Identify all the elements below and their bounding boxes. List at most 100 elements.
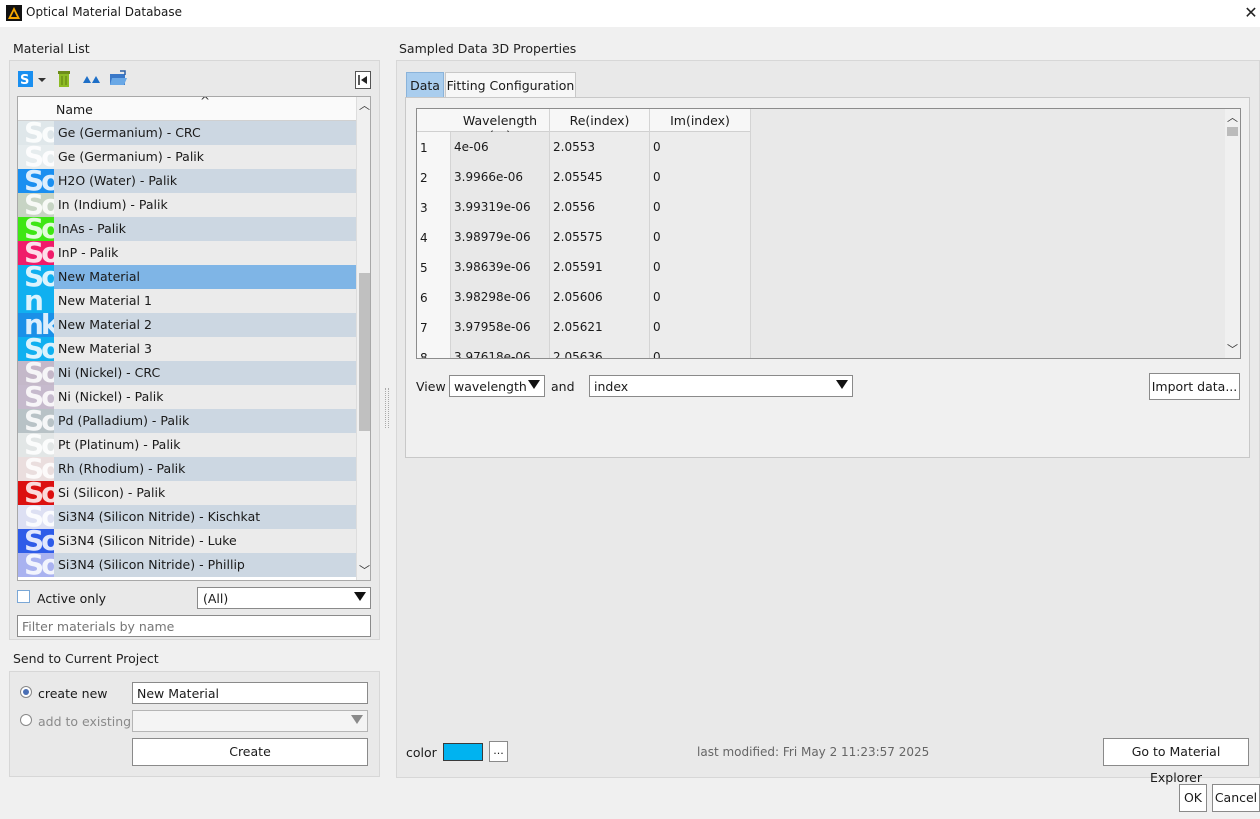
table-row[interactable]: 2 3.9966e-06 2.05545 0	[417, 162, 751, 192]
go-to-material-explorer-button[interactable]: Go to Material Explorer	[1103, 738, 1249, 785]
re-index-cell[interactable]: 2.05636	[550, 342, 650, 358]
view-y-dropdown[interactable]: index	[589, 375, 853, 397]
tab-data[interactable]: Data	[406, 72, 444, 98]
new-material-icon[interactable]: S	[17, 69, 46, 89]
new-material-name-field[interactable]: New Material	[132, 682, 368, 704]
material-color-icon: So	[18, 169, 54, 193]
table-row[interactable]: 3 3.99319e-06 2.0556 0	[417, 192, 751, 222]
wavelength-cell[interactable]: 3.98979e-06	[451, 222, 550, 252]
list-item[interactable]: So Ni (Nickel) - CRC	[18, 361, 356, 385]
sampled-data-table[interactable]: Wavelength (m) Re(index) Im(index) 1 4e-0…	[416, 108, 1241, 359]
collapse-panel-icon[interactable]	[355, 71, 371, 89]
wavelength-value: 3.98979e-06	[454, 230, 531, 244]
add-to-existing-radio[interactable]	[20, 714, 32, 726]
re-index-cell[interactable]: 2.05591	[550, 252, 650, 282]
scroll-up-icon[interactable]: ︿	[357, 99, 370, 113]
wavelength-cell[interactable]: 3.97958e-06	[451, 312, 550, 342]
re-index-cell[interactable]: 2.05606	[550, 282, 650, 312]
wavelength-cell[interactable]: 3.9966e-06	[451, 162, 550, 192]
wavelength-value: 3.97618e-06	[454, 350, 531, 359]
re-index-value: 2.0553	[553, 140, 595, 154]
create-new-radio[interactable]	[20, 686, 32, 698]
list-item[interactable]: So Rh (Rhodium) - Palik	[18, 457, 356, 481]
list-item[interactable]: So Pd (Palladium) - Palik	[18, 409, 356, 433]
cancel-button[interactable]: Cancel	[1212, 784, 1260, 812]
scroll-up-icon[interactable]: ︿	[1225, 111, 1240, 125]
material-color-icon: So	[18, 457, 54, 481]
re-index-cell[interactable]: 2.05621	[550, 312, 650, 342]
table-row[interactable]: 8 3.97618e-06 2.05636 0	[417, 342, 751, 359]
im-index-cell[interactable]: 0	[650, 342, 751, 358]
scroll-down-icon[interactable]: ﹀	[1225, 343, 1240, 357]
list-item[interactable]: So Ge (Germanium) - CRC	[18, 121, 356, 145]
list-item[interactable]: So Si3N4 (Silicon Nitride) - Phillip	[18, 553, 356, 577]
name-column-header[interactable]: Name	[56, 102, 93, 117]
re-index-cell[interactable]: 2.05545	[550, 162, 650, 192]
im-index-cell[interactable]: 0	[650, 192, 751, 222]
existing-material-dropdown[interactable]	[132, 710, 368, 732]
im-index-cell[interactable]: 0	[650, 312, 751, 342]
re-index-column-header[interactable]: Re(index)	[550, 109, 650, 132]
ok-button[interactable]: OK	[1179, 784, 1207, 812]
list-item[interactable]: So Si3N4 (Silicon Nitride) - Kischkat	[18, 505, 356, 529]
im-index-cell[interactable]: 0	[650, 132, 751, 162]
import-data-button[interactable]: Import data...	[1149, 373, 1240, 400]
list-scroll-thumb[interactable]	[359, 273, 370, 431]
panel-splitter-handle[interactable]	[385, 388, 389, 428]
list-item[interactable]: So Ge (Germanium) - Palik	[18, 145, 356, 169]
table-scrollbar[interactable]: ︿ ﹀	[1225, 109, 1240, 358]
re-index-cell[interactable]: 2.05575	[550, 222, 650, 252]
active-only-checkbox[interactable]	[17, 590, 30, 603]
triangles-icon[interactable]	[82, 69, 102, 89]
wavelength-cell[interactable]: 3.98298e-06	[451, 282, 550, 312]
color-swatch[interactable]	[443, 743, 483, 761]
table-row[interactable]: 6 3.98298e-06 2.05606 0	[417, 282, 751, 312]
list-item[interactable]: nk New Material 2	[18, 313, 356, 337]
wavelength-cell[interactable]: 3.99319e-06	[451, 192, 550, 222]
material-list[interactable]: Name ^ So Ge (Germanium) - CRC So Ge (Germa…	[17, 96, 371, 581]
im-index-cell[interactable]: 0	[650, 252, 751, 282]
row-number: 2	[420, 171, 428, 185]
tab-fitting-configuration[interactable]: Fitting Configuration	[445, 72, 576, 98]
list-item[interactable]: So Si (Silicon) - Palik	[18, 481, 356, 505]
wavelength-cell[interactable]: 4e-06	[451, 132, 550, 162]
filter-materials-input[interactable]	[17, 615, 371, 637]
im-index-cell[interactable]: 0	[650, 282, 751, 312]
list-item[interactable]: So Si3N4 (Silicon Nitride) - Luke	[18, 529, 356, 553]
wavelength-value: 3.99319e-06	[454, 200, 531, 214]
im-index-column-header[interactable]: Im(index)	[650, 109, 751, 132]
list-item[interactable]: So In (Indium) - Palik	[18, 193, 356, 217]
list-item[interactable]: So New Material	[18, 265, 356, 289]
list-item[interactable]: So InP - Palik	[18, 241, 356, 265]
material-color-icon: So	[18, 529, 54, 553]
list-item[interactable]: So New Material 3	[18, 337, 356, 361]
table-row[interactable]: 4 3.98979e-06 2.05575 0	[417, 222, 751, 252]
list-item[interactable]: So InAs - Palik	[18, 217, 356, 241]
trash-icon[interactable]	[55, 69, 75, 89]
list-item[interactable]: So Ni (Nickel) - Palik	[18, 385, 356, 409]
color-picker-button[interactable]: ...	[489, 741, 508, 762]
list-item[interactable]: So Pt (Platinum) - Palik	[18, 433, 356, 457]
view-x-dropdown[interactable]: wavelength	[449, 375, 545, 397]
table-row[interactable]: 1 4e-06 2.0553 0	[417, 132, 751, 162]
wavelength-cell[interactable]: 3.97618e-06	[451, 342, 550, 359]
category-filter-dropdown[interactable]: (All)	[197, 587, 371, 609]
re-index-cell[interactable]: 2.0556	[550, 192, 650, 222]
close-icon[interactable]: ✕	[1242, 2, 1260, 24]
re-index-cell[interactable]: 2.0553	[550, 132, 650, 162]
wavelength-column-header[interactable]: Wavelength (m)	[451, 109, 550, 143]
im-index-cell[interactable]: 0	[650, 162, 751, 192]
list-scrollbar[interactable]: ︿ ﹀	[356, 97, 370, 580]
table-row[interactable]: 5 3.98639e-06 2.05591 0	[417, 252, 751, 282]
folder-open-icon[interactable]	[108, 69, 128, 89]
app-logo-icon	[6, 5, 22, 21]
list-header[interactable]: Name ^	[18, 97, 356, 121]
table-row[interactable]: 7 3.97958e-06 2.05621 0	[417, 312, 751, 342]
table-scroll-thumb[interactable]	[1227, 127, 1238, 136]
scroll-down-icon[interactable]: ﹀	[357, 564, 370, 578]
create-button[interactable]: Create	[132, 738, 368, 766]
list-item[interactable]: So H2O (Water) - Palik	[18, 169, 356, 193]
list-item[interactable]: n New Material 1	[18, 289, 356, 313]
wavelength-cell[interactable]: 3.98639e-06	[451, 252, 550, 282]
im-index-cell[interactable]: 0	[650, 222, 751, 252]
